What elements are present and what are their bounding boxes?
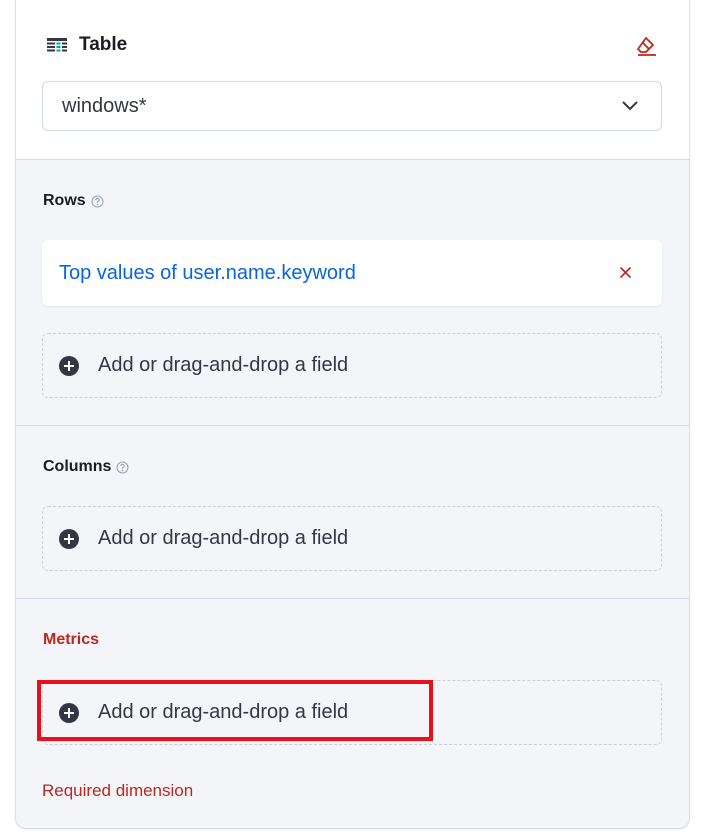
rows-add-field-label: Add or drag-and-drop a field (98, 354, 349, 376)
help-icon[interactable] (91, 195, 104, 208)
panel-header: Table windows* (16, 0, 689, 160)
plus-in-circle-icon (59, 528, 79, 549)
visualization-title-text: Table (79, 34, 128, 55)
index-pattern-select[interactable]: windows* (42, 81, 662, 131)
rows-add-field-dropzone[interactable]: Add or drag-and-drop a field (42, 333, 662, 398)
eraser-icon[interactable] (636, 35, 658, 57)
columns-add-field-label: Add or drag-and-drop a field (98, 527, 349, 549)
index-pattern-value: windows* (62, 94, 147, 117)
rows-field-label: Top values of user.name.keyword (59, 261, 356, 284)
help-icon[interactable] (116, 461, 129, 474)
table-icon (47, 38, 67, 52)
plus-in-circle-icon (59, 702, 79, 723)
columns-label: Columns (43, 458, 129, 476)
metrics-add-field-label: Add or drag-and-drop a field (98, 701, 349, 723)
rows-label: Rows (43, 192, 104, 210)
metrics-add-field-dropzone[interactable]: Add or drag-and-drop a field (42, 680, 662, 745)
metrics-label: Metrics (43, 631, 99, 649)
close-icon[interactable] (619, 266, 632, 279)
section-divider (16, 598, 689, 599)
metrics-label-text: Metrics (43, 631, 100, 648)
required-dimension-error: Required dimension (42, 781, 194, 800)
chevron-down-icon (622, 101, 638, 111)
columns-label-text: Columns (43, 458, 112, 475)
columns-add-field-dropzone[interactable]: Add or drag-and-drop a field (42, 506, 662, 571)
rows-label-text: Rows (43, 192, 86, 209)
plus-in-circle-icon (59, 355, 79, 376)
section-divider (16, 425, 689, 426)
layer-config-panel: Table windows* Rows Top values of user.n… (16, 0, 689, 828)
rows-field-top-values[interactable]: Top values of user.name.keyword (42, 240, 662, 306)
visualization-title: Table (47, 34, 127, 56)
